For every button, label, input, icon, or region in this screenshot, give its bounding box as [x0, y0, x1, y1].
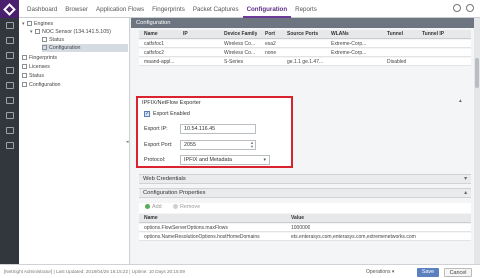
- column-header-device-family[interactable]: Device Family: [224, 30, 257, 39]
- help-icon[interactable]: [453, 4, 461, 12]
- tab-fingerprints[interactable]: Fingerprints: [148, 0, 189, 18]
- minus-icon: [173, 204, 178, 209]
- tree-item-configuration-2[interactable]: Configuration: [22, 81, 61, 89]
- export-enabled-checkbox[interactable]: ✓: [144, 111, 150, 117]
- export-ip-input[interactable]: 10.54.116.45: [180, 124, 256, 134]
- operations-link[interactable]: Operations ▾: [366, 269, 394, 275]
- scrollbar-thumb[interactable]: [475, 58, 479, 88]
- collapse-icon[interactable]: ▴: [464, 189, 467, 198]
- remove-property-button[interactable]: Remove: [173, 204, 200, 210]
- ipfix-exporter-section: IPFIX/NetFlow Exporter ✓ Export Enabled …: [136, 96, 293, 168]
- status-icon: [42, 37, 47, 42]
- expand-icon[interactable]: ▾: [464, 175, 467, 184]
- gear-icon: [42, 45, 47, 50]
- chevron-down-icon: ▾: [263, 157, 266, 163]
- protocol-select[interactable]: IPFIX and Metadata ▾: [180, 155, 270, 165]
- tab-application-flows[interactable]: Application Flows: [92, 0, 148, 18]
- table-row[interactable]: options.NameResolutionOptions.hostHomeDo…: [139, 233, 471, 241]
- column-header-port[interactable]: Port: [265, 30, 275, 39]
- rail-tasks-icon[interactable]: [0, 108, 19, 123]
- folder-icon: [27, 21, 32, 26]
- app-sidebar-rail: [0, 0, 19, 278]
- server-icon: [35, 29, 40, 34]
- column-header-tunnel[interactable]: Tunnel: [387, 30, 403, 39]
- status-text: [NetSight Administrator] | Last Updated:…: [4, 269, 185, 274]
- tree-item-sensor[interactable]: ▾ NOC Sensor (134.141.5.105): [30, 28, 111, 36]
- status-icon: [22, 73, 27, 78]
- app-logo-icon: [0, 0, 19, 18]
- spinner-arrows-icon[interactable]: ▲ ▼: [250, 141, 254, 149]
- plus-icon: [145, 204, 150, 209]
- top-nav-bar: Dashboard Browser Application Flows Fing…: [19, 0, 480, 18]
- properties-table-header: Name Value: [139, 214, 471, 223]
- license-icon: [22, 64, 27, 69]
- navigation-tree: ▾ Engines ▾ NOC Sensor (134.141.5.105) Sta…: [19, 18, 130, 264]
- user-icon[interactable]: [466, 4, 474, 12]
- column-header-ip[interactable]: IP: [183, 30, 188, 39]
- rail-wireless-icon[interactable]: [0, 78, 19, 93]
- rail-admin-icon[interactable]: [0, 123, 19, 138]
- gear-icon: [22, 82, 27, 87]
- panel-collapse-icon[interactable]: ◂: [126, 139, 130, 145]
- rail-connect-icon[interactable]: [0, 138, 19, 153]
- export-enabled-label: Export Enabled: [153, 111, 190, 117]
- column-header-value[interactable]: Value: [291, 214, 304, 223]
- page-title: Configuration: [131, 18, 474, 28]
- tree-item-configuration[interactable]: Configuration: [42, 44, 128, 52]
- chevron-down-icon: ▾: [391, 269, 395, 275]
- export-ip-label: Export IP:: [144, 126, 168, 132]
- column-header-name[interactable]: Name: [144, 30, 158, 39]
- tab-dashboard[interactable]: Dashboard: [23, 0, 61, 18]
- status-bar: [NetSight Administrator] | Last Updated:…: [0, 264, 480, 278]
- tree-item-status[interactable]: Status: [42, 36, 64, 44]
- add-property-button[interactable]: Add: [145, 204, 162, 210]
- column-header-name[interactable]: Name: [144, 214, 158, 223]
- column-header-tunnel-ip[interactable]: Tunnel IP: [422, 30, 444, 39]
- config-properties-toolbar: Add Remove: [139, 203, 471, 213]
- fingerprint-icon: [22, 55, 27, 60]
- web-credentials-section[interactable]: Web Credentials ▾: [139, 174, 471, 184]
- tree-item-fingerprints[interactable]: Fingerprints: [22, 54, 57, 62]
- rail-alarms-icon[interactable]: [0, 33, 19, 48]
- column-header-wlans[interactable]: WLANs: [331, 30, 349, 39]
- devices-table-header: Name IP Device Family Port Source Ports …: [139, 30, 471, 39]
- table-row[interactable]: catfsfoc1 Wireless Co... esa2 Extreme-Co…: [139, 40, 471, 48]
- tab-reports[interactable]: Reports: [291, 0, 321, 18]
- rail-control-icon[interactable]: [0, 48, 19, 63]
- table-row[interactable]: options.FlowServerOptions.maxFlows 10000…: [139, 224, 471, 232]
- protocol-label: Protocol:: [144, 157, 166, 163]
- rail-reports-icon[interactable]: [0, 93, 19, 108]
- vertical-scrollbar[interactable]: [474, 18, 480, 264]
- cancel-button[interactable]: Cancel: [444, 268, 472, 277]
- export-port-label: Export Port:: [144, 142, 173, 148]
- tree-item-licenses[interactable]: Licenses: [22, 63, 50, 71]
- tree-item-status-2[interactable]: Status: [22, 72, 44, 80]
- ipfix-section-title: IPFIX/NetFlow Exporter: [142, 100, 201, 106]
- ipfix-collapse-icon[interactable]: ▴: [459, 98, 462, 104]
- tab-configuration[interactable]: Configuration: [242, 0, 292, 18]
- table-row[interactable]: maand-appl... S-Series ge.1.1 ge.1.47...…: [139, 58, 471, 66]
- tab-packet-captures[interactable]: Packet Captures: [189, 0, 243, 18]
- column-header-source-ports[interactable]: Source Ports: [287, 30, 318, 39]
- config-properties-header[interactable]: Configuration Properties ▴: [139, 188, 471, 198]
- tab-browser[interactable]: Browser: [61, 0, 92, 18]
- export-port-stepper[interactable]: 2055 ▲ ▼: [180, 140, 256, 150]
- rail-network-icon[interactable]: [0, 18, 19, 33]
- rail-analytics-icon[interactable]: [0, 63, 19, 78]
- table-row[interactable]: catfsfoc2 Wireless Co... none Extreme-Co…: [139, 49, 471, 57]
- tree-item-engines[interactable]: ▾ Engines: [22, 20, 53, 28]
- save-button[interactable]: Save: [417, 268, 439, 277]
